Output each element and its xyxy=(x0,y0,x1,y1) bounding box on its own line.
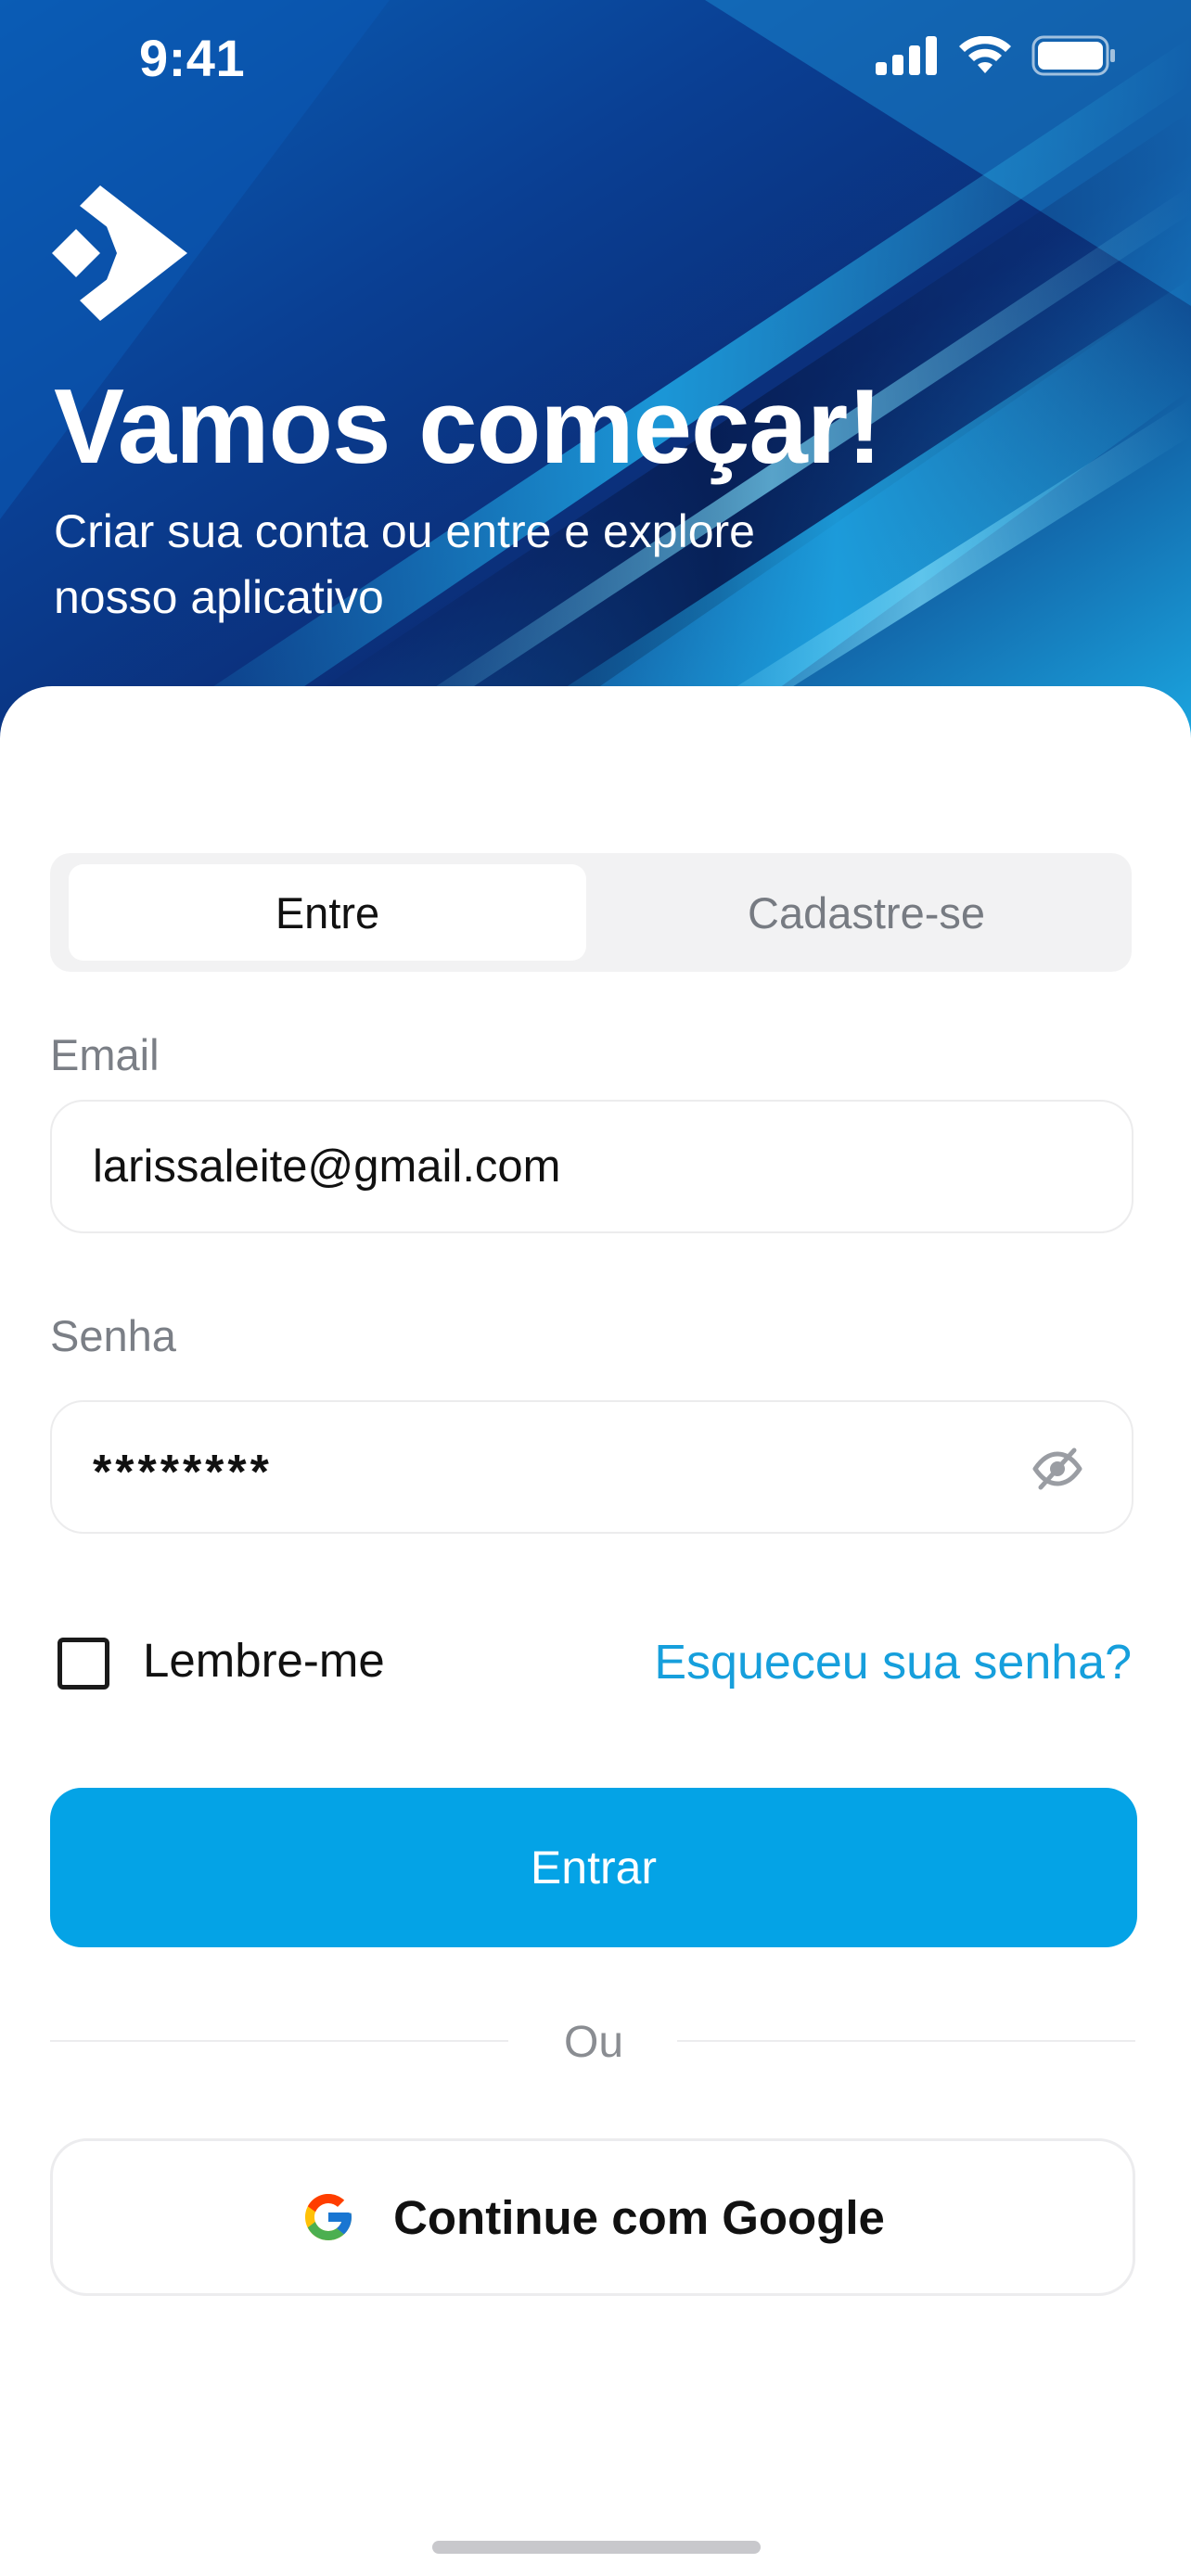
email-field[interactable]: larissaleite@gmail.com xyxy=(50,1100,1133,1233)
google-button-label: Continue com Google xyxy=(393,2190,885,2244)
chevron-diamond-logo-icon xyxy=(52,185,187,321)
battery-icon xyxy=(1031,35,1115,76)
auth-tab-switcher: Entre Cadastre-se xyxy=(50,853,1132,972)
login-screen: 9:41 Vamos começar! Criar sua conta ou e… xyxy=(0,0,1191,2576)
status-bar: 9:41 xyxy=(0,0,1191,121)
page-title: Vamos começar! xyxy=(54,368,882,486)
home-indicator[interactable] xyxy=(432,2541,761,2554)
remember-checkbox[interactable] xyxy=(58,1638,109,1690)
remember-row: Lembre-me Esqueceu sua senha? xyxy=(50,1627,1133,1702)
eye-off-icon[interactable] xyxy=(1031,1443,1083,1495)
remember-label[interactable]: Lembre-me xyxy=(143,1633,385,1688)
divider-label: Ou xyxy=(563,2018,624,2067)
password-field[interactable]: ******** xyxy=(50,1400,1133,1534)
divider-line-right xyxy=(677,2040,1135,2042)
password-value: ******** xyxy=(93,1446,273,1499)
google-icon xyxy=(305,2194,352,2240)
email-value: larissaleite@gmail.com xyxy=(93,1141,561,1192)
email-label: Email xyxy=(50,1030,160,1079)
tab-login[interactable]: Entre xyxy=(69,864,586,961)
page-subtitle: Criar sua conta ou entre e explore nosso… xyxy=(54,505,755,623)
status-icons xyxy=(876,35,1117,76)
google-signin-button[interactable]: Continue com Google xyxy=(50,2138,1135,2296)
divider-line-left xyxy=(50,2040,508,2042)
login-button[interactable]: Entrar xyxy=(50,1788,1137,1947)
wifi-icon xyxy=(959,36,1011,73)
hero-header: 9:41 Vamos começar! Criar sua conta ou e… xyxy=(0,0,1191,742)
status-time: 9:41 xyxy=(139,29,246,87)
forgot-password-link[interactable]: Esqueceu sua senha? xyxy=(654,1635,1132,1690)
tab-signup[interactable]: Cadastre-se xyxy=(607,864,1126,961)
cellular-signal-icon xyxy=(876,36,937,75)
password-label: Senha xyxy=(50,1311,176,1360)
